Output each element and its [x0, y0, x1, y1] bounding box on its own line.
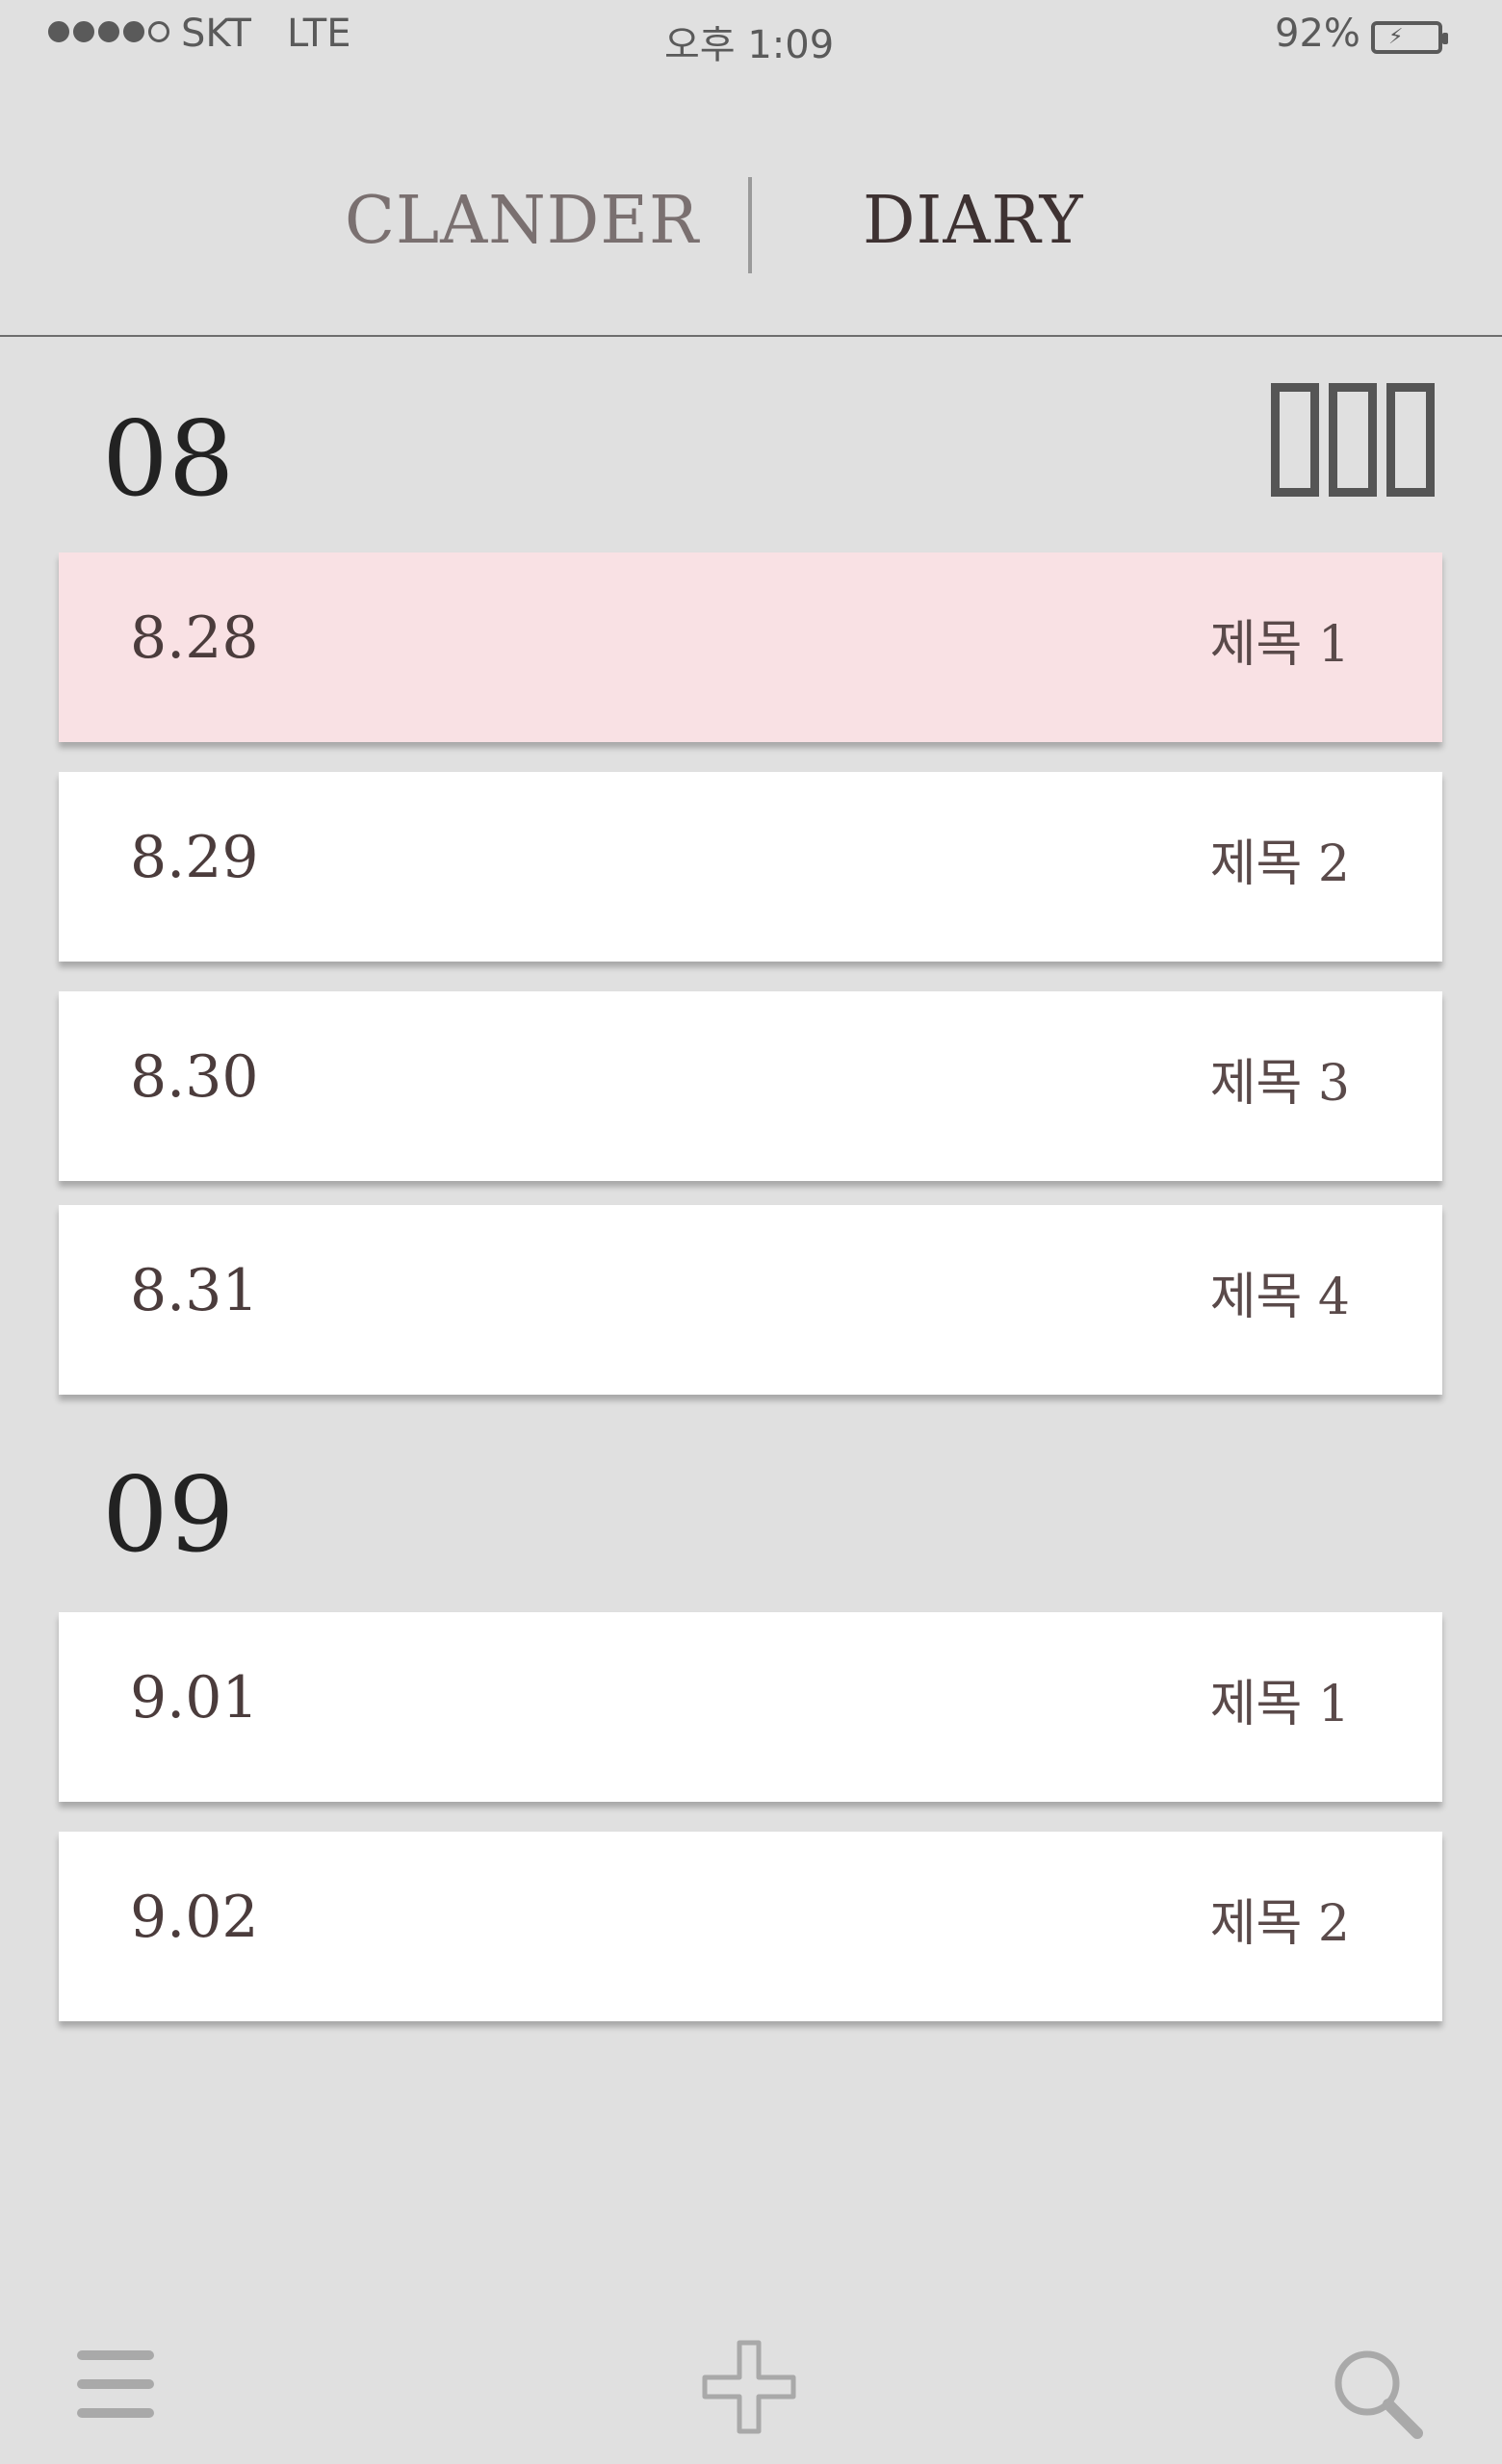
grid-view-icon[interactable] — [1271, 383, 1435, 497]
entry-date: 8.28 — [130, 604, 259, 672]
tab-diary[interactable]: DIARY — [863, 183, 1084, 260]
entry-title: 제목 3 — [1209, 1055, 1350, 1113]
entry-title: 제목 2 — [1209, 1895, 1350, 1953]
diary-entry[interactable]: 9.01 제목 1 — [59, 1612, 1442, 1802]
search-icon[interactable] — [1329, 2345, 1425, 2441]
network-label: LTE — [287, 12, 351, 56]
diary-entry[interactable]: 8.28 제목 1 — [59, 552, 1442, 742]
signal-strength-icon — [48, 21, 169, 42]
entry-date: 9.02 — [130, 1884, 259, 1951]
diary-entry[interactable]: 9.02 제목 2 — [59, 1832, 1442, 2021]
entry-title: 제목 1 — [1209, 1676, 1350, 1733]
header-tabs: CLANDER DIARY — [0, 77, 1502, 337]
plus-icon[interactable] — [699, 2337, 799, 2437]
month-heading-08: 08 — [102, 399, 235, 520]
diary-entry[interactable]: 8.30 제목 3 — [59, 991, 1442, 1181]
status-bar: SKT LTE 오후 1:09 92% ⚡ — [0, 0, 1502, 77]
hamburger-menu-icon[interactable] — [77, 2350, 154, 2427]
month-heading-09: 09 — [102, 1455, 235, 1576]
bottom-toolbar — [0, 2310, 1502, 2464]
entry-date: 8.31 — [130, 1257, 259, 1324]
status-time: 오후 1:09 — [664, 23, 835, 67]
entry-title: 제목 2 — [1209, 835, 1350, 893]
battery-percent: 92% — [1275, 12, 1360, 56]
entry-date: 8.29 — [130, 824, 259, 891]
carrier-label: SKT — [181, 12, 251, 56]
diary-entry[interactable]: 8.31 제목 4 — [59, 1205, 1442, 1395]
entry-title: 제목 1 — [1209, 616, 1350, 674]
entry-date: 8.30 — [130, 1043, 259, 1111]
tab-divider — [748, 177, 752, 273]
entry-date: 9.01 — [130, 1664, 259, 1732]
battery-icon: ⚡ — [1371, 21, 1448, 54]
entry-title: 제목 4 — [1209, 1269, 1350, 1326]
diary-entry[interactable]: 8.29 제목 2 — [59, 772, 1442, 962]
tab-calendar[interactable]: CLANDER — [345, 183, 699, 260]
